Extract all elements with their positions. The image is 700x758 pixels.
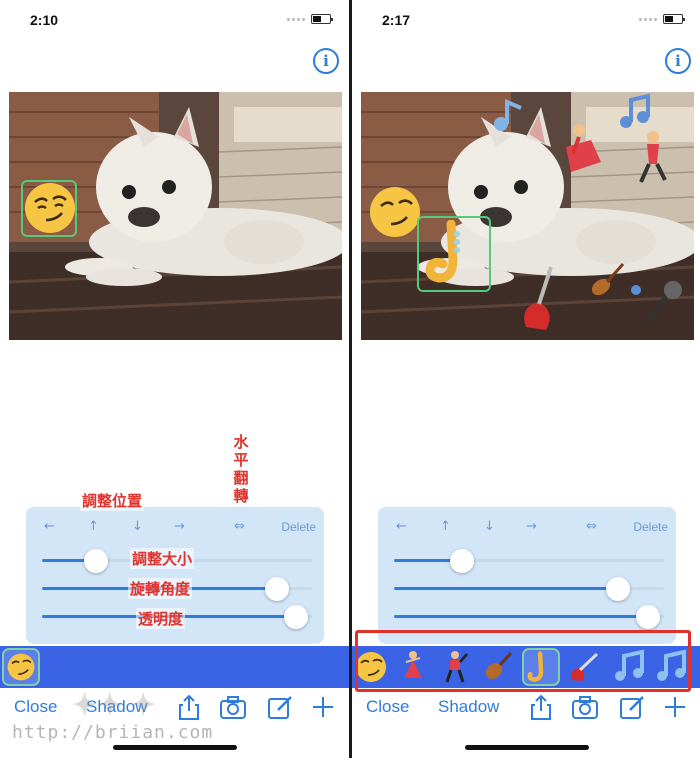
- smirk-sticker: [370, 187, 420, 237]
- annotation-rotation-angle: 旋轉角度: [128, 578, 193, 599]
- move-left-button[interactable]: ←: [44, 519, 55, 534]
- photo-canvas[interactable]: [361, 92, 694, 340]
- slider-knob[interactable]: [264, 577, 289, 601]
- slider-knob[interactable]: [449, 549, 474, 573]
- move-up-button[interactable]: ↑: [440, 519, 451, 534]
- home-indicator: [465, 745, 589, 750]
- annotation-opacity: 透明度: [136, 608, 186, 629]
- close-button[interactable]: Close: [14, 697, 57, 717]
- move-up-button[interactable]: ↑: [88, 519, 99, 534]
- rotation-slider[interactable]: [394, 577, 664, 601]
- info-button[interactable]: i: [665, 48, 691, 74]
- home-indicator: [113, 745, 237, 750]
- watermark-url: http://briian.com: [12, 722, 214, 743]
- share-icon[interactable]: [175, 693, 203, 721]
- slider-knob[interactable]: [635, 605, 660, 629]
- position-controls: ← ↑ ↓ → ⇔ Delete: [26, 519, 324, 539]
- edit-icon[interactable]: [618, 693, 646, 721]
- status-icons: [639, 14, 685, 24]
- bottom-toolbar: Close Shadow: [352, 693, 700, 725]
- delete-button[interactable]: Delete: [633, 520, 668, 534]
- annotation-adjust-size: 調整大小: [130, 548, 195, 569]
- right-phone-screen: 2:17 i ← ↑ ↓ → ⇔ Delete Close Shadow: [352, 0, 700, 758]
- shadow-button[interactable]: Shadow: [438, 697, 499, 717]
- photo-canvas[interactable]: [9, 92, 342, 340]
- signal-icon: [639, 17, 657, 21]
- move-down-button[interactable]: ↓: [484, 519, 495, 534]
- slider-knob[interactable]: [84, 549, 108, 573]
- close-button[interactable]: Close: [366, 697, 409, 717]
- opacity-slider[interactable]: [394, 605, 664, 629]
- signal-icon: [287, 17, 305, 21]
- add-icon[interactable]: [661, 693, 689, 721]
- dog-photo: [361, 92, 694, 340]
- annotation-adjust-position: 調整位置: [80, 490, 145, 511]
- status-icons: [287, 14, 333, 24]
- comparison-screenshot: 2:10 i ← ↑ ↓ → ⇔ Delete 調整位置 調整大小 旋轉角度 透…: [0, 0, 700, 758]
- move-right-button[interactable]: →: [174, 519, 185, 534]
- slider-knob[interactable]: [606, 577, 631, 601]
- move-left-button[interactable]: ←: [396, 519, 407, 534]
- status-time: 2:10: [30, 12, 59, 28]
- battery-icon: [663, 14, 685, 24]
- watermark-logo: ✦✦ ✦: [72, 689, 156, 722]
- sticker-bar: [0, 646, 349, 688]
- add-icon[interactable]: [309, 693, 337, 721]
- saxophone-sticker[interactable]: [423, 220, 485, 288]
- move-down-button[interactable]: ↓: [132, 519, 143, 534]
- share-icon[interactable]: [527, 693, 555, 721]
- delete-button[interactable]: Delete: [281, 520, 316, 534]
- left-phone-screen: 2:10 i ← ↑ ↓ → ⇔ Delete 調整位置 調整大小 旋轉角度 透…: [0, 0, 349, 758]
- size-slider[interactable]: [394, 549, 664, 573]
- flip-horizontal-button[interactable]: ⇔: [234, 519, 245, 534]
- annotation-horizontal-flip: 水 平 翻 轉: [233, 433, 249, 505]
- slider-knob[interactable]: [283, 605, 308, 629]
- flip-horizontal-button[interactable]: ⇔: [586, 519, 597, 534]
- camera-icon[interactable]: [219, 693, 247, 721]
- battery-icon: [311, 14, 333, 24]
- camera-icon[interactable]: [571, 693, 599, 721]
- bottom-toolbar: Close Shadow: [0, 693, 349, 725]
- sticker-smirk-face[interactable]: [2, 648, 40, 686]
- move-right-button[interactable]: →: [526, 519, 537, 534]
- sticker-bar-highlight: [355, 630, 691, 692]
- smirk-sticker[interactable]: [24, 182, 76, 234]
- position-controls: ← ↑ ↓ → ⇔ Delete: [378, 519, 676, 539]
- edit-control-panel: ← ↑ ↓ → ⇔ Delete: [378, 507, 676, 644]
- info-button[interactable]: i: [313, 48, 339, 74]
- status-time: 2:17: [382, 12, 411, 28]
- edit-icon[interactable]: [266, 693, 294, 721]
